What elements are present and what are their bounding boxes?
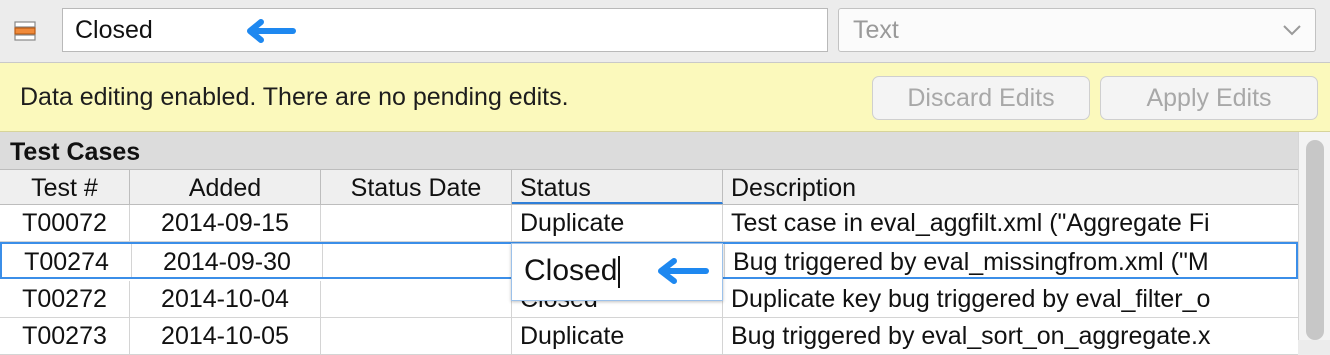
column-header-test-number[interactable]: Test # — [0, 170, 130, 204]
cell-test-number[interactable]: T00274 — [2, 244, 132, 277]
column-header-description[interactable]: Description — [723, 170, 1298, 204]
cell-test-number[interactable]: T00273 — [0, 318, 130, 354]
cell-value-text: Closed — [75, 16, 153, 44]
cell-description[interactable]: Bug triggered by eval_missingfrom.xml ("… — [725, 244, 1300, 277]
status-cell-editor-text: Closed — [524, 254, 618, 287]
vertical-scrollbar[interactable] — [1298, 132, 1330, 340]
blue-arrow-left-icon — [247, 19, 296, 43]
editing-status-bar: Data editing enabled. There are no pendi… — [0, 63, 1330, 132]
status-cell-editor[interactable]: Closed — [511, 243, 723, 301]
cell-added[interactable]: 2014-10-05 — [130, 318, 321, 354]
cell-test-number[interactable]: T00272 — [0, 281, 130, 317]
value-type-select[interactable]: Text — [838, 8, 1316, 52]
value-type-label: Text — [853, 16, 899, 44]
column-header-row: Test # Added Status Date Status Descript… — [0, 170, 1298, 205]
cell-description[interactable]: Test case in eval_aggfilt.xml ("Aggregat… — [723, 205, 1298, 241]
column-header-status[interactable]: Status — [512, 170, 723, 204]
cell-status-date[interactable] — [321, 281, 512, 317]
cell-test-number[interactable]: T00072 — [0, 205, 130, 241]
scrollbar-thumb[interactable] — [1306, 140, 1324, 340]
table-row[interactable]: T00072 2014-09-15 Duplicate Test case in… — [0, 205, 1298, 242]
table-row-icon[interactable] — [12, 20, 38, 42]
column-header-added[interactable]: Added — [130, 170, 321, 204]
cell-value-input[interactable]: Closed — [62, 8, 828, 52]
apply-edits-button[interactable]: Apply Edits — [1100, 76, 1318, 120]
cell-status-date[interactable] — [323, 244, 514, 277]
column-header-status-date[interactable]: Status Date — [321, 170, 512, 204]
cell-status[interactable]: Duplicate — [512, 205, 723, 241]
cell-added[interactable]: 2014-09-30 — [132, 244, 323, 277]
table-title: Test Cases — [0, 132, 1298, 170]
cell-status-date[interactable] — [321, 205, 512, 241]
test-cases-grid: Test Cases Test # Added Status Date Stat… — [0, 132, 1330, 355]
cell-description[interactable]: Duplicate key bug triggered by eval_filt… — [723, 281, 1298, 317]
blue-arrow-left-icon — [658, 258, 709, 284]
cell-added[interactable]: 2014-09-15 — [130, 205, 321, 241]
cell-description[interactable]: Bug triggered by eval_sort_on_aggregate.… — [723, 318, 1298, 354]
text-caret — [618, 256, 621, 289]
table-row[interactable]: T00273 2014-10-05 Duplicate Bug triggere… — [0, 318, 1298, 355]
discard-edits-button[interactable]: Discard Edits — [872, 76, 1090, 120]
chevron-down-icon — [1283, 25, 1301, 36]
value-editor-toolbar: Closed Text — [0, 0, 1330, 63]
cell-status-date[interactable] — [321, 318, 512, 354]
editing-status-message: Data editing enabled. There are no pendi… — [20, 83, 569, 111]
cell-status[interactable]: Duplicate — [512, 318, 723, 354]
cell-added[interactable]: 2014-10-04 — [130, 281, 321, 317]
